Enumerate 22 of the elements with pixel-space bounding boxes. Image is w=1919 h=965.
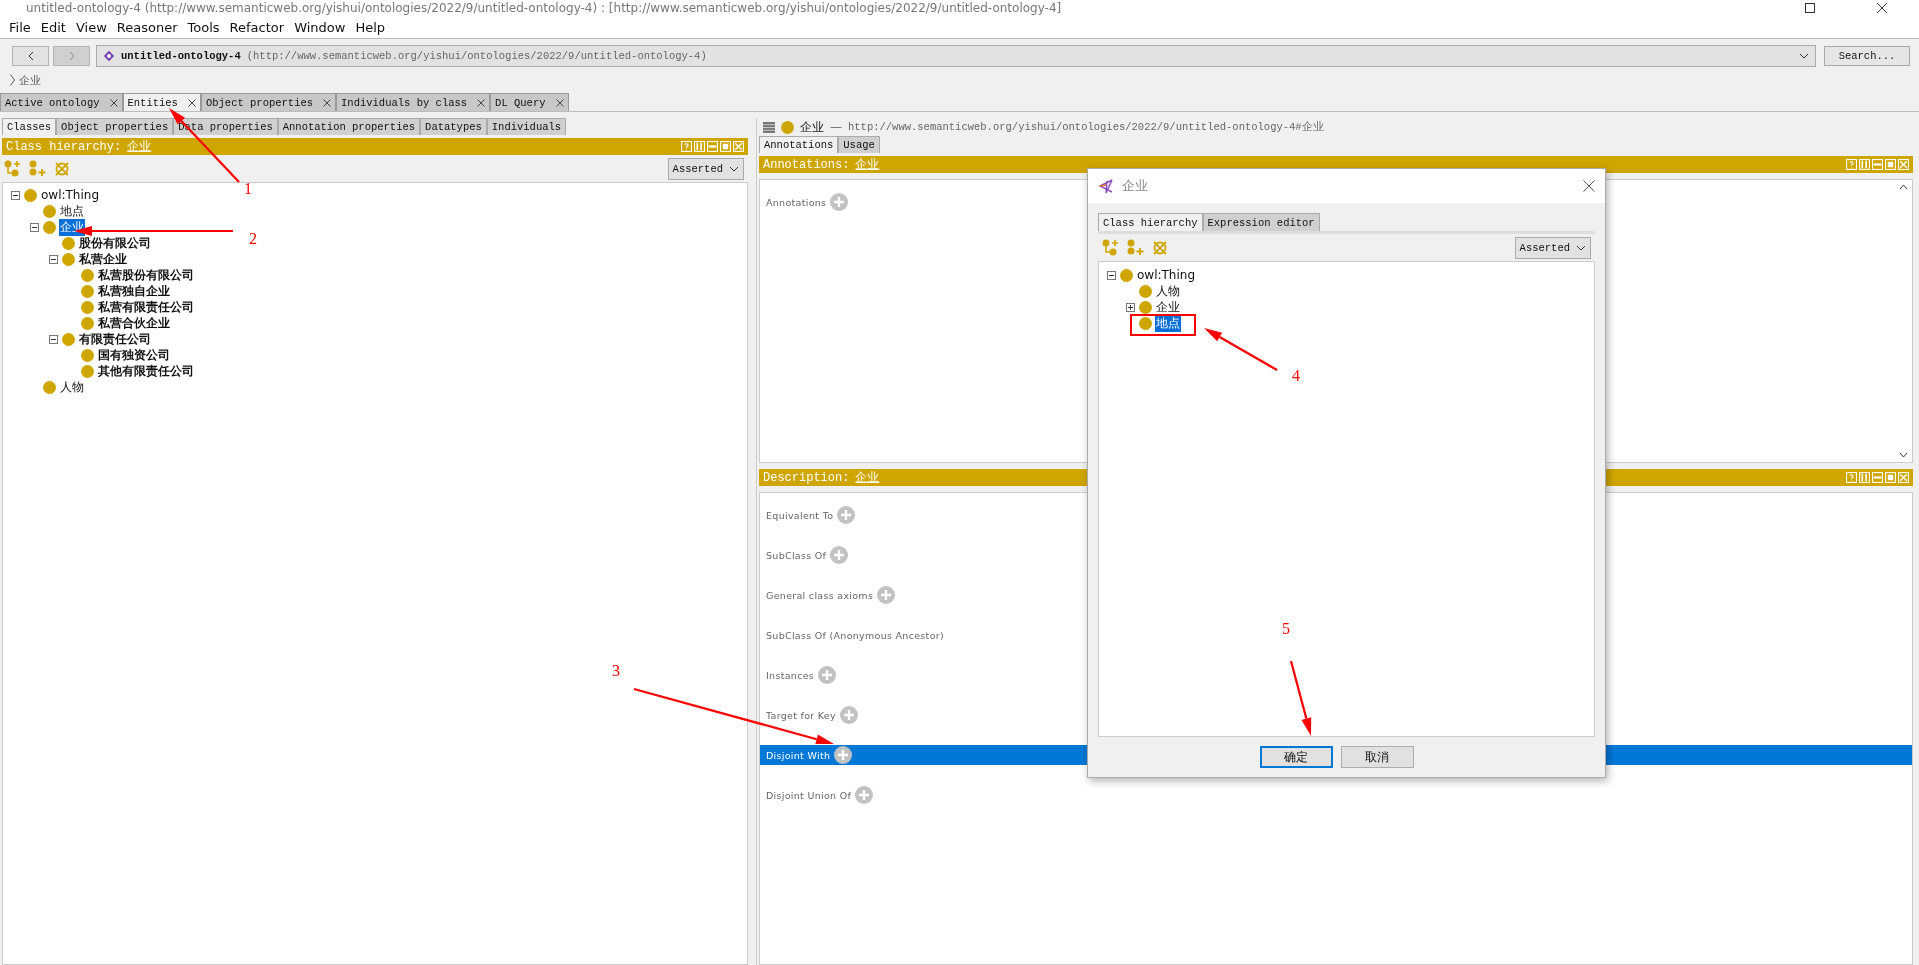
separator-dash: — (830, 120, 842, 134)
entity-iri: http://www.semanticweb.org/yishui/ontologies/2022/9/untitled-ontology-4#企业 (848, 120, 1324, 134)
callout-number: 4 (1292, 367, 1300, 385)
field-label: Target for Key (766, 709, 836, 721)
field-label: Disjoint With (766, 749, 831, 761)
dialog-title: 企业 (1122, 177, 1149, 195)
callout-number: 5 (1282, 620, 1290, 638)
view-title: Annotations: (763, 157, 850, 172)
entity-name: 企业 (800, 118, 824, 136)
view-title: Description: (763, 470, 850, 485)
callout-number: 2 (249, 230, 257, 248)
field-label: Instances (766, 669, 815, 681)
field-label: Annotations (766, 196, 827, 208)
field-label: Disjoint Union Of (766, 789, 852, 801)
window-title: untitled-ontology-4 (http://www.semanticweb.org/yishui/ontologies/2022/9/untitled-ontology-4) : [http://www.semanticweb.org/yishui/ontologies/2022/9/untitled-ontology-4] (26, 1, 1063, 15)
field-label: Equivalent To (766, 509, 834, 521)
field-label: General class axioms (766, 589, 874, 601)
field-label: SubClass Of (766, 549, 827, 561)
field-label: SubClass Of (Anonymous Ancestor) (766, 629, 944, 641)
callout-number: 3 (612, 662, 620, 680)
view-title: Class hierarchy: (6, 139, 122, 154)
callout-number: 1 (244, 180, 252, 198)
